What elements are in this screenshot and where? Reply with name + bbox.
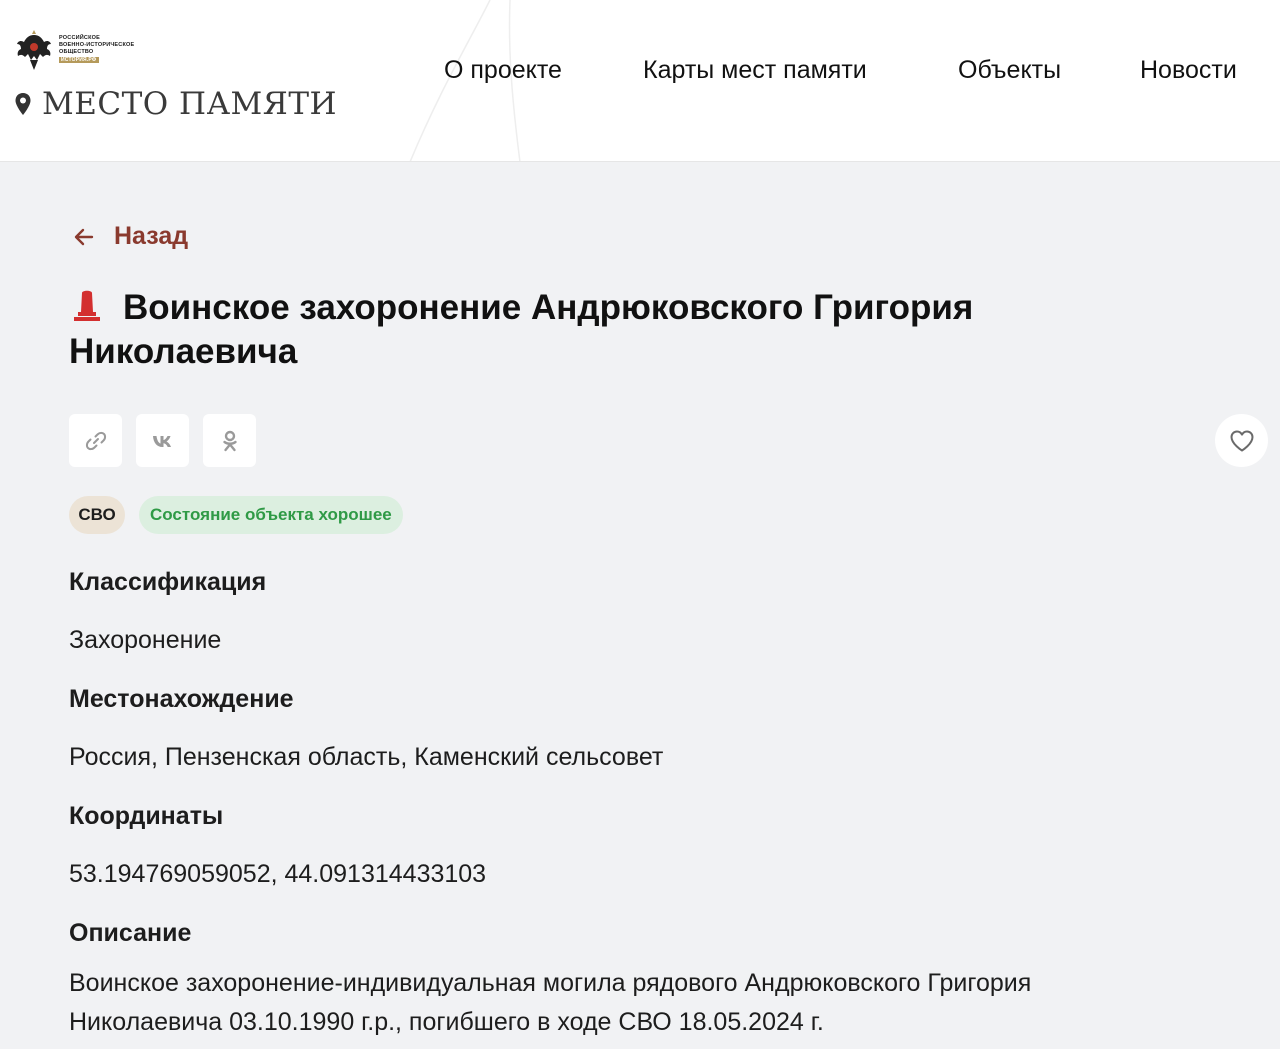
page-title-text: Воинское захоронение Андрюковского Григо… — [69, 288, 974, 371]
back-link[interactable]: Назад — [72, 222, 188, 251]
object-tags: СВО Состояние объекта хорошее — [69, 496, 403, 534]
location-section: Местонахождение Россия, Пензенская облас… — [69, 685, 1189, 777]
description-label: Описание — [69, 919, 192, 947]
coordinates-label: Координаты — [69, 802, 224, 830]
site-header: РОССИЙСКОЕ ВОЕННО-ИСТОРИЧЕСКОЕ ОБЩЕСТВО … — [0, 0, 1280, 162]
status-badge: Состояние объекта хорошее — [139, 496, 403, 534]
org-line-2: ВОЕННО-ИСТОРИЧЕСКОЕ — [59, 42, 135, 48]
org-line-3: ОБЩЕСТВО — [59, 49, 94, 55]
description-value: Воинское захоронение-индивидуальная моги… — [69, 969, 1032, 1036]
nav-news[interactable]: Новости — [1140, 56, 1237, 85]
link-icon — [85, 431, 106, 450]
page-title: Воинское захоронение Андрюковского Григо… — [69, 286, 1069, 374]
map-pin-icon — [15, 93, 31, 115]
copy-link-button[interactable] — [69, 414, 122, 467]
share-ok-button[interactable] — [203, 414, 256, 467]
site-logo[interactable]: МЕСТО ПАМЯТИ — [14, 86, 337, 122]
classification-value: Захоронение — [69, 626, 222, 654]
classification-section: Классификация Захоронение — [69, 568, 1189, 660]
back-label: Назад — [114, 222, 189, 250]
favorite-button[interactable] — [1215, 414, 1268, 467]
heart-icon — [1230, 430, 1253, 451]
location-label: Местонахождение — [69, 685, 294, 713]
share-buttons — [69, 414, 256, 467]
monument-icon — [74, 290, 100, 321]
location-value: Россия, Пензенская область, Каменский се… — [69, 743, 664, 771]
nav-objects[interactable]: Объекты — [958, 56, 1061, 85]
vk-icon — [152, 435, 171, 447]
coordinates-section: Координаты 53.194769059052, 44.091314433… — [69, 802, 1189, 894]
org-line-1: РОССИЙСКОЕ — [59, 35, 100, 41]
nav-about[interactable]: О проекте — [444, 56, 562, 85]
ok-icon — [222, 430, 237, 451]
classification-label: Классификация — [69, 568, 267, 596]
coordinates-value: 53.194769059052, 44.091314433103 — [69, 860, 487, 888]
arrow-left-icon — [74, 228, 94, 245]
description-section: Описание Воинское захоронение-индивидуал… — [69, 919, 1189, 1042]
site-name: МЕСТО ПАМЯТИ — [42, 86, 338, 122]
share-vk-button[interactable] — [136, 414, 189, 467]
main-nav: О проекте Карты мест памяти Объекты Ново… — [0, 56, 1280, 90]
category-badge: СВО — [69, 496, 125, 534]
nav-memory-maps[interactable]: Карты мест памяти — [643, 56, 867, 85]
